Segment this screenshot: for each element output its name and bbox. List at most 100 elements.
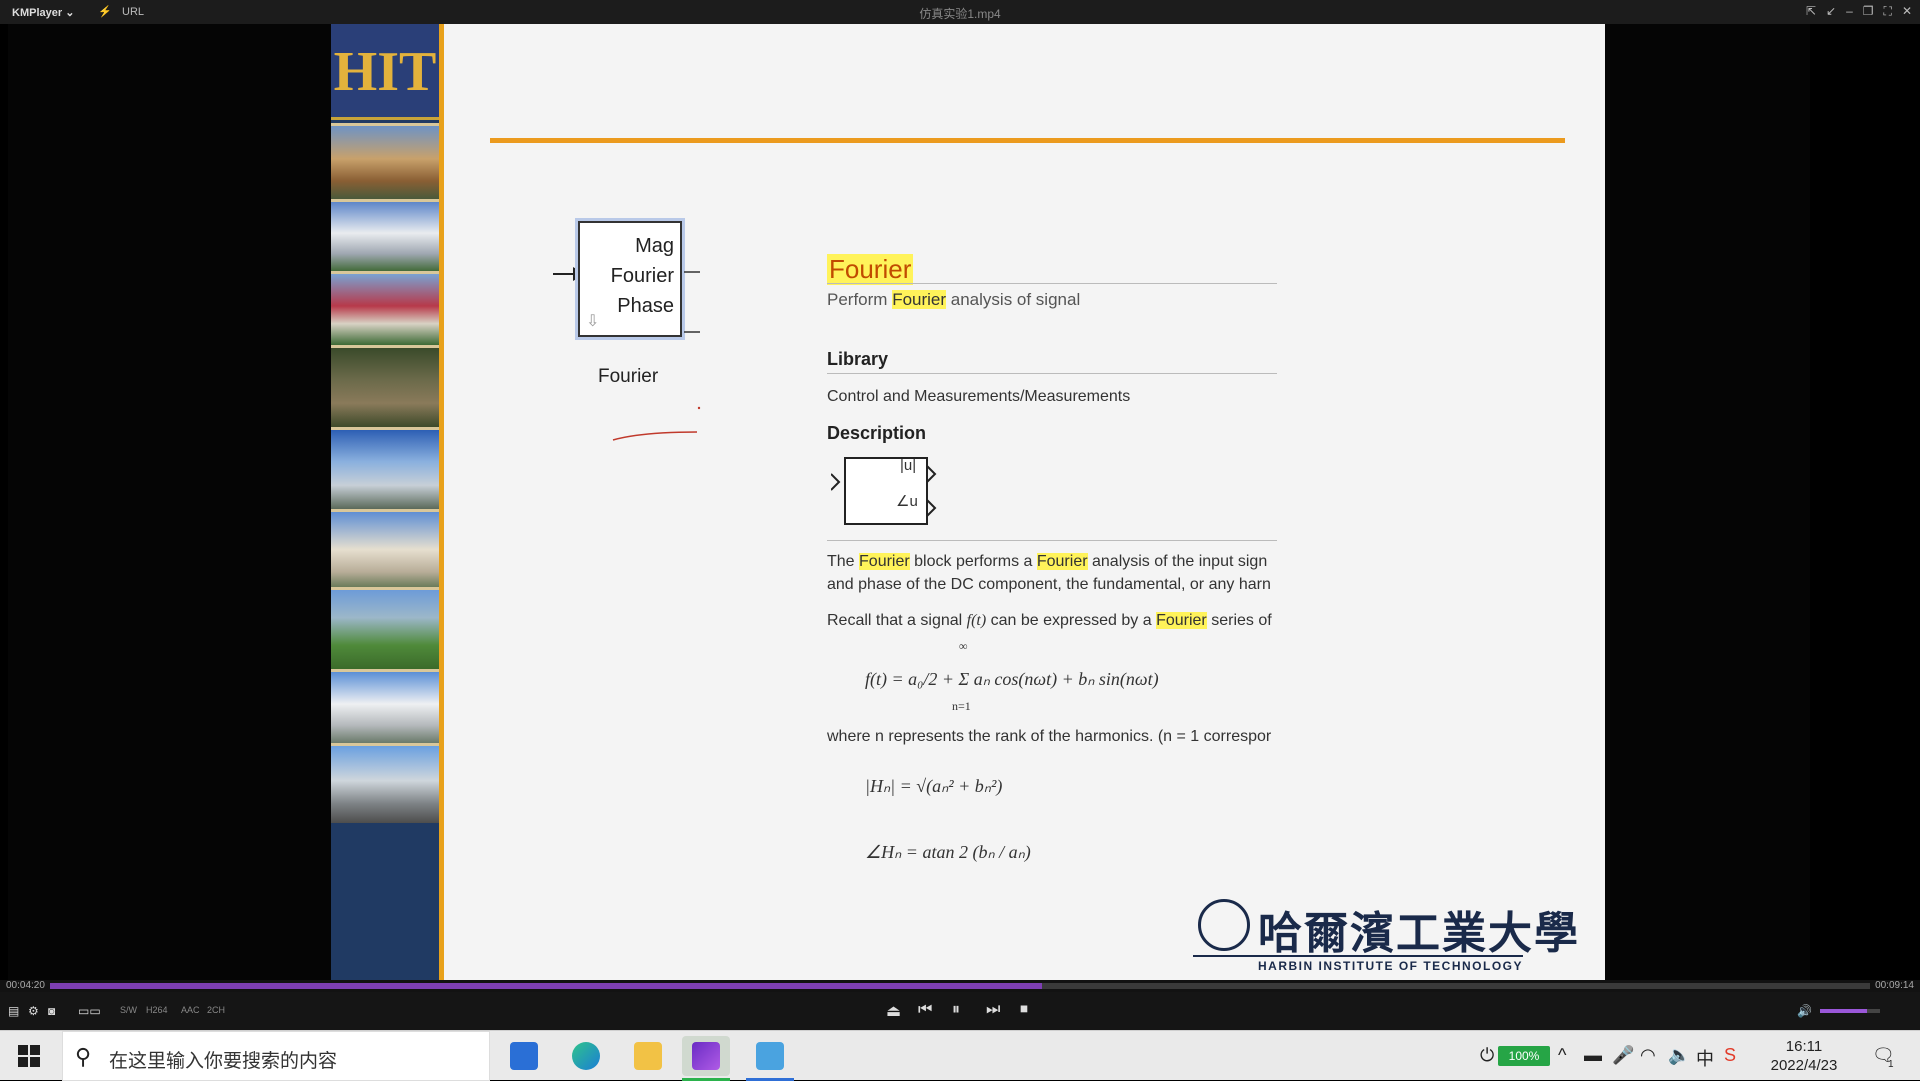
previous-icon[interactable]: ⏮ [918, 1001, 932, 1019]
fourier-block[interactable]: Mag Fourier Phase ⇩ [578, 221, 682, 337]
description-paragraph-2: Recall that a signal f(t) can be express… [827, 612, 1272, 629]
sum-lower-limit: n=1 [952, 699, 971, 713]
file-explorer-icon [634, 1042, 662, 1070]
orange-strip-edge [439, 24, 444, 980]
hit-logo: HIT [331, 24, 439, 120]
output-ports [684, 271, 700, 333]
presentation-slide: HIT Mag Fourier Phase ⇩ Fourier Fourier … [331, 24, 1605, 980]
eject-icon[interactable]: ⏏ [886, 1001, 901, 1021]
university-logo: 哈爾濱工業大學 HARBIN INSTITUTE OF TECHNOLOGY [1193, 889, 1578, 979]
mini-mode-icon[interactable]: ↙ [1826, 4, 1836, 19]
description-heading: Description [827, 423, 927, 443]
notification-count: 1 [1888, 1059, 1894, 1070]
audio-codec-badge[interactable]: AAC [181, 1005, 200, 1015]
microphone-icon[interactable]: 🎤 [1612, 1045, 1634, 1066]
campus-photo [331, 587, 439, 669]
port-label-fourier: Fourier [610, 265, 674, 287]
stop-icon[interactable]: ⏹ [1020, 1001, 1028, 1019]
campus-photo [331, 743, 439, 823]
magnitude-equation: |Hₙ| = √(aₙ² + bₙ²) [865, 776, 1003, 796]
port-label-mag: Mag [635, 235, 674, 257]
vr-icon[interactable]: ▭▭ [78, 1004, 101, 1018]
desc-port-mag: |u| [900, 457, 917, 474]
video-decoder-badge[interactable]: S/W [120, 1005, 137, 1015]
kmplayer-app-button[interactable] [682, 1036, 730, 1081]
volume-icon[interactable]: 🔊 [1797, 1004, 1812, 1018]
campus-photo [331, 199, 439, 271]
battery-indicator[interactable]: 100% [1498, 1046, 1550, 1066]
window-title: 仿真实验1.mp4 [919, 7, 1001, 21]
codec-badge[interactable]: H264 [146, 1005, 168, 1015]
file-explorer-app-button[interactable] [624, 1036, 672, 1076]
edge-app-button[interactable] [562, 1036, 610, 1076]
university-name-cn: 哈爾濱工業大學 [1258, 908, 1580, 959]
playlist-icon[interactable]: ▤ [8, 1004, 19, 1018]
campus-photo [331, 345, 439, 427]
description-paragraph-3: where n represents the rank of the harmo… [827, 728, 1272, 745]
player-titlebar: KMPlayer ⌄ ⚡ URL 仿真实验1.mp4 ⇱ ↙ – ❐ ⛶ ✕ [0, 0, 1920, 24]
doc-rule [827, 540, 1277, 541]
sum-upper-limit: ∞ [959, 639, 968, 653]
description-paragraph-1-line-2: and phase of the DC component, the funda… [827, 576, 1271, 593]
university-name-en: HARBIN INSTITUTE OF TECHNOLOGY [1258, 959, 1523, 973]
start-button[interactable] [18, 1045, 40, 1067]
campus-photo [331, 509, 439, 587]
pause-icon[interactable]: ⏸ [952, 1001, 960, 1019]
library-heading: Library [827, 349, 889, 369]
port-label-phase: Phase [617, 295, 674, 317]
close-button[interactable]: ✕ [1902, 4, 1912, 19]
time-total: 00:09:14 [1875, 980, 1914, 991]
campus-photo-strip: HIT [331, 24, 444, 980]
block-documentation: Fourier Perform Fourier analysis of sign… [827, 24, 1277, 980]
desc-port-phase: ∠u [896, 493, 918, 510]
settings-icon[interactable]: ⚙ [28, 1004, 39, 1018]
speaker-icon[interactable]: 🔈 [1668, 1045, 1690, 1066]
system-clock[interactable]: 16:11 2022/4/23 [1756, 1037, 1852, 1075]
app-button[interactable] [746, 1036, 794, 1081]
clock-date: 2022/4/23 [1770, 1057, 1838, 1074]
time-current: 00:04:20 [6, 980, 45, 991]
search-icon: ⚲ [75, 1044, 92, 1069]
battery-icon[interactable]: ▬ [1584, 1045, 1602, 1066]
seek-bar[interactable] [50, 983, 1870, 989]
app-icon [756, 1042, 784, 1070]
capture-icon[interactable]: ◙ [48, 1004, 55, 1018]
doc-title: Fourier [827, 254, 914, 285]
doc-subtitle: Perform Fourier analysis of signal [827, 290, 1081, 309]
doc-rule [827, 373, 1277, 374]
volume-slider[interactable] [1820, 1009, 1880, 1013]
edge-icon [572, 1042, 600, 1070]
down-arrow-icon: ⇩ [586, 313, 600, 330]
mail-app-button[interactable] [500, 1036, 548, 1076]
plug-icon: ⏻ [1480, 1045, 1495, 1065]
description-paragraph-1: The Fourier block performs a Fourier ana… [827, 553, 1268, 570]
block-name-label: Fourier [598, 366, 659, 387]
search-placeholder: 在这里输入你要搜索的内容 [109, 1051, 338, 1072]
sogou-icon[interactable]: S [1724, 1045, 1736, 1066]
seek-area: 00:04:20 00:09:14 [0, 980, 1920, 992]
fullscreen-button[interactable]: ⛶ [1884, 4, 1892, 19]
doc-rule [827, 283, 1277, 284]
library-path: Control and Measurements/Measurements [827, 388, 1131, 405]
campus-photo [331, 427, 439, 509]
next-icon[interactable]: ⏭ [986, 1001, 1000, 1019]
video-area[interactable]: HIT Mag Fourier Phase ⇩ Fourier Fourier … [0, 24, 1920, 980]
player-controls: ▤ ⚙ ◙ ▭▭ S/W H264 AAC 2CH ⏏ ⏮ ⏸ ⏭ ⏹ 🔊 [0, 992, 1920, 1030]
university-seal-icon [1198, 899, 1250, 951]
taskbar-search[interactable]: ⚲ 在这里输入你要搜索的内容 [62, 1031, 490, 1081]
network-icon[interactable]: ◠ [1640, 1045, 1656, 1066]
audio-channel-badge[interactable]: 2CH [207, 1005, 225, 1015]
logo-rule [1193, 955, 1523, 957]
minimize-button[interactable]: – [1846, 4, 1853, 19]
show-hidden-icons-icon[interactable]: ^ [1558, 1045, 1566, 1066]
pin-icon[interactable]: ⇱ [1806, 4, 1816, 19]
description-block-diagram [831, 457, 937, 525]
system-tray: ⏻ 100% ^ ▬ 🎤 ◠ 🔈 中 S 16:11 2022/4/23 🗨 1 [1480, 1031, 1920, 1081]
kmplayer-icon [692, 1042, 720, 1070]
seek-bar-fill [50, 983, 1042, 989]
fourier-series-equation: f(t) = a₀/2 + Σ aₙ cos(nωt) + bₙ sin(nωt… [865, 669, 1159, 689]
pen-annotation [612, 406, 701, 441]
input-method-icon[interactable]: 中 [1696, 1045, 1714, 1071]
restore-button[interactable]: ❐ [1863, 4, 1874, 19]
campus-photo [331, 123, 439, 199]
